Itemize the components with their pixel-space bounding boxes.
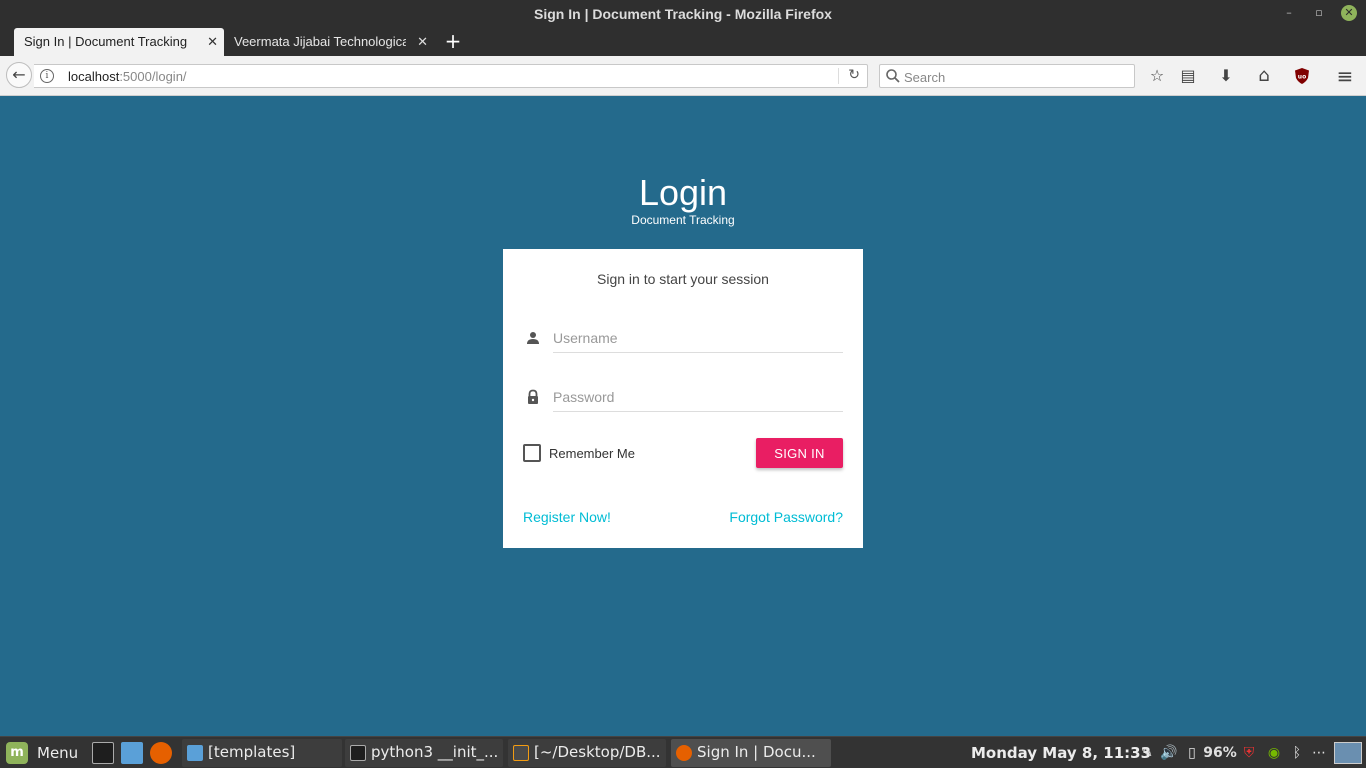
login-card: Sign in to start your session Remember M… [503,249,863,548]
taskbar-window-templates[interactable]: [templates] [182,739,342,767]
bluetooth-icon[interactable]: ᛒ [1289,743,1305,763]
url-host: localhost [68,69,120,84]
lock-icon [528,389,538,404]
taskbar-window-firefox[interactable]: Sign In | Docu... [671,739,831,767]
page-subtitle: Document Tracking [631,213,735,227]
window-titlebar: Sign In | Document Tracking - Mozilla Fi… [0,0,1366,28]
tab-close-icon[interactable]: ✕ [417,28,428,56]
new-tab-button[interactable]: + [443,30,463,54]
firefox-icon [676,745,692,761]
back-button[interactable]: ← [6,62,32,88]
site-info-icon[interactable]: i [40,69,54,83]
ublock-icon[interactable]: uo [1292,66,1312,86]
url-bar[interactable]: i localhost:5000/login/ ↻ [34,64,868,88]
tab-sign-in[interactable]: Sign In | Document Tracking ✕ [14,28,224,56]
clock[interactable]: Monday May 8, 11:33 [971,744,1151,762]
sign-in-button[interactable]: SIGN IN [756,438,843,468]
search-bar[interactable] [879,64,1135,88]
window-title: Sign In | Document Tracking - Mozilla Fi… [534,6,832,22]
taskbar: m Menu [templates] python3 __init_... [~… [0,736,1366,768]
person-icon [527,332,539,344]
battery-percentage: 96% [1203,745,1237,761]
terminal-icon [350,745,366,761]
sublime-text-icon [513,745,529,761]
navigation-toolbar: ← i localhost:5000/login/ ↻ ☆ ▤ ⬇ ⌂ uo ≡ [0,56,1366,96]
reload-icon[interactable]: ↻ [848,67,860,83]
update-shield-icon[interactable]: ⛨ [1240,743,1258,763]
volume-icon[interactable]: 🔊 [1160,743,1178,763]
bookmark-star-icon[interactable]: ☆ [1147,66,1167,86]
terminal-launcher-icon[interactable] [92,742,114,764]
taskbar-window-python[interactable]: python3 __init_... [345,739,503,767]
show-desktop-icon[interactable] [1334,742,1362,764]
shield-icon: uo [1295,68,1309,84]
register-link[interactable]: Register Now! [523,509,611,525]
nvidia-icon[interactable]: ◉ [1264,743,1284,763]
folder-icon [187,745,203,761]
remember-me-checkbox[interactable] [523,444,541,462]
download-icon[interactable]: ⬇ [1216,66,1236,86]
menu-label: Menu [37,744,79,762]
page-content: Login Document Tracking Sign in to start… [0,96,1366,736]
tab-veermata[interactable]: Veermata Jijabai Technological ✕ [224,28,434,56]
tab-bar: Sign In | Document Tracking ✕ Veermata J… [0,28,1366,56]
card-message: Sign in to start your session [597,271,769,287]
url-text[interactable]: localhost:5000/login/ [68,69,187,84]
tab-label: Veermata Jijabai Technological [234,34,406,49]
mint-logo-icon: m [6,742,28,764]
search-input[interactable] [902,67,1126,87]
more-icon[interactable]: ⋯ [1310,743,1328,763]
page-title: Login [638,172,728,213]
search-icon [886,69,900,83]
taskbar-window-sublime[interactable]: [~/Desktop/DB... [508,739,666,767]
username-field[interactable] [553,327,843,353]
ublock-badge: uo [1298,74,1306,81]
taskbar-window-label: [templates] [208,743,296,761]
tab-close-icon[interactable]: ✕ [207,28,218,56]
password-field[interactable] [553,386,843,412]
minimize-button[interactable]: – [1281,5,1297,21]
home-icon[interactable]: ⌂ [1254,66,1274,86]
remember-me-label[interactable]: Remember Me [549,446,635,461]
forgot-password-link[interactable]: Forgot Password? [729,509,843,525]
taskbar-window-label: Sign In | Docu... [697,743,816,761]
battery-icon[interactable]: ▯ [1184,743,1200,763]
pen-icon[interactable]: ✎ [1138,743,1156,763]
close-window-button[interactable]: ✕ [1341,5,1357,21]
hamburger-menu-icon[interactable]: ≡ [1335,66,1355,86]
taskbar-window-label: python3 __init_... [371,743,499,761]
url-divider [838,68,839,84]
tab-label: Sign In | Document Tracking [24,34,188,49]
files-launcher-icon[interactable] [121,742,143,764]
reading-list-icon[interactable]: ▤ [1178,66,1198,86]
firefox-launcher-icon[interactable] [150,742,172,764]
url-path: :5000/login/ [119,69,187,84]
taskbar-window-label: [~/Desktop/DB... [534,743,661,761]
maximize-button[interactable]: ▫ [1311,5,1327,21]
